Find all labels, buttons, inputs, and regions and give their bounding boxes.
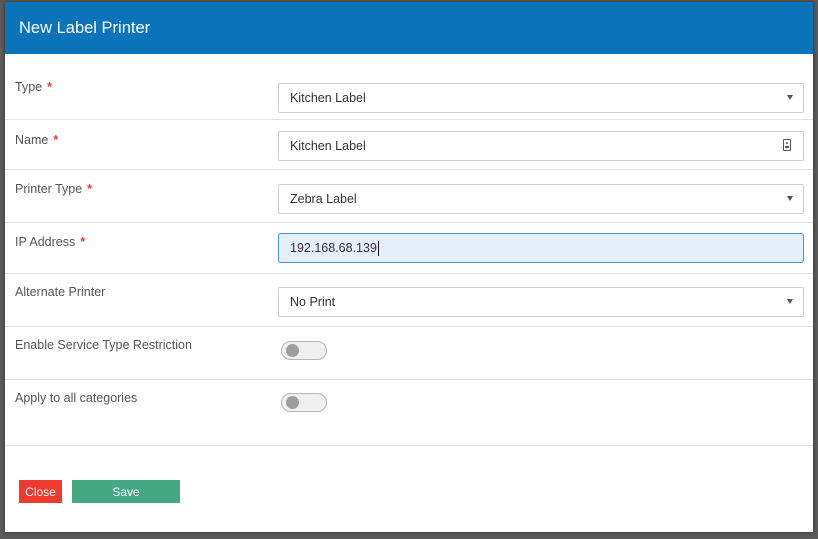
required-marker: * — [80, 235, 86, 249]
text-cursor — [377, 240, 379, 256]
service-type-restriction-toggle[interactable] — [281, 341, 327, 360]
save-button[interactable]: Save — [72, 480, 180, 503]
type-label: Type * — [15, 80, 52, 94]
dialog-title: New Label Printer — [19, 18, 151, 37]
required-marker: * — [87, 182, 93, 196]
printer-type-select-value: Zebra Label — [290, 192, 357, 206]
ip-address-label: IP Address * — [15, 235, 86, 249]
alternate-printer-select-value: No Print — [290, 295, 336, 309]
chevron-down-icon — [787, 95, 793, 100]
required-marker: * — [53, 133, 59, 147]
new-label-printer-dialog: New Label Printer Type * Kitchen Label Na… — [5, 2, 813, 532]
name-label: Name * — [15, 133, 59, 147]
required-marker: * — [47, 80, 52, 94]
chevron-down-icon — [787, 299, 793, 304]
service-type-restriction-row: Enable Service Type Restriction — [5, 327, 813, 380]
type-select-value: Kitchen Label — [290, 91, 366, 105]
name-input[interactable]: Kitchen Label — [278, 131, 804, 161]
contact-card-icon[interactable] — [783, 139, 791, 151]
alternate-printer-row: Alternate Printer No Print — [5, 274, 813, 327]
type-select[interactable]: Kitchen Label — [278, 83, 804, 113]
name-input-value: Kitchen Label — [290, 139, 366, 153]
apply-all-categories-toggle[interactable] — [281, 393, 327, 412]
alternate-printer-select[interactable]: No Print — [278, 287, 804, 317]
ip-address-input[interactable]: 192.168.68.139 — [278, 233, 804, 263]
ip-address-input-value: 192.168.68.139 — [290, 241, 377, 255]
chevron-down-icon — [787, 196, 793, 201]
type-row: Type * Kitchen Label — [5, 54, 813, 120]
apply-all-categories-label: Apply to all categories — [15, 391, 138, 405]
service-type-restriction-label: Enable Service Type Restriction — [15, 338, 192, 352]
apply-all-categories-row: Apply to all categories — [5, 380, 813, 446]
printer-type-label: Printer Type * — [15, 182, 93, 196]
name-row: Name * Kitchen Label — [5, 120, 813, 170]
alternate-printer-label: Alternate Printer — [15, 285, 106, 299]
dialog-header: New Label Printer — [5, 2, 813, 54]
ip-address-row: IP Address * 192.168.68.139 — [5, 223, 813, 274]
printer-type-row: Printer Type * Zebra Label — [5, 170, 813, 223]
close-button[interactable]: Close — [19, 480, 62, 503]
toggle-knob — [286, 344, 299, 357]
toggle-knob — [286, 396, 299, 409]
printer-type-select[interactable]: Zebra Label — [278, 184, 804, 214]
